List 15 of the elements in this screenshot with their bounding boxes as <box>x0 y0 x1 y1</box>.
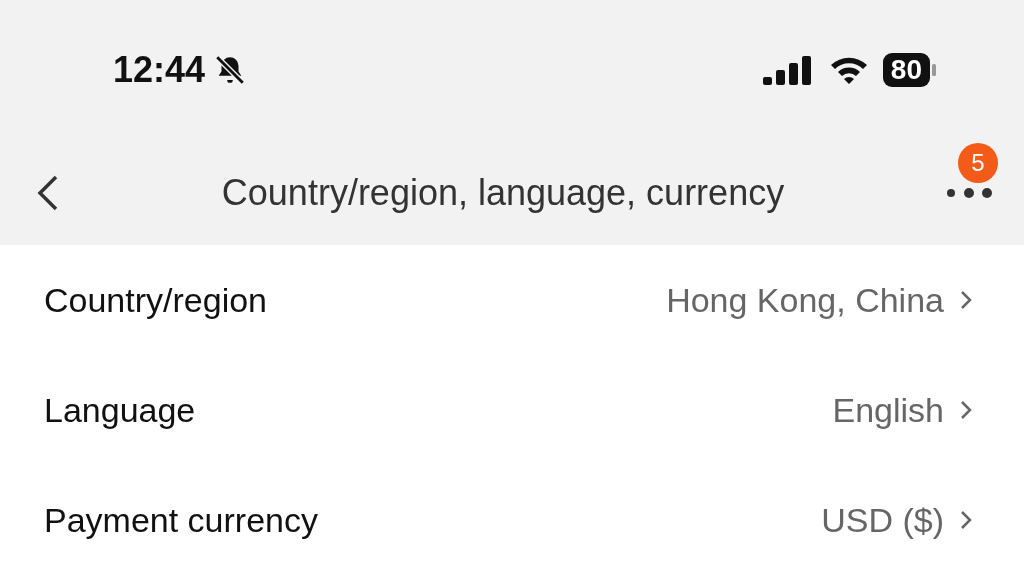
battery-level: 80 <box>882 53 930 87</box>
row-value: English <box>832 390 944 430</box>
row-label: Payment currency <box>44 500 318 540</box>
battery-tip-icon <box>932 64 936 76</box>
settings-row[interactable]: Payment currency USD ($) <box>0 465 1024 569</box>
notification-badge: 5 <box>958 142 998 183</box>
row-label: Country/region <box>44 280 267 320</box>
row-value: Hong Kong, China <box>666 280 944 320</box>
status-time: 12:44 <box>113 49 206 91</box>
row-label: Language <box>44 390 196 430</box>
more-icon[interactable] <box>946 187 992 198</box>
page-title: Country/region, language, currency <box>220 171 786 214</box>
settings-row[interactable]: Language English <box>0 355 1024 465</box>
row-value: USD ($) <box>821 500 944 540</box>
settings-row[interactable]: Country/region Hong Kong, China <box>0 245 1024 355</box>
